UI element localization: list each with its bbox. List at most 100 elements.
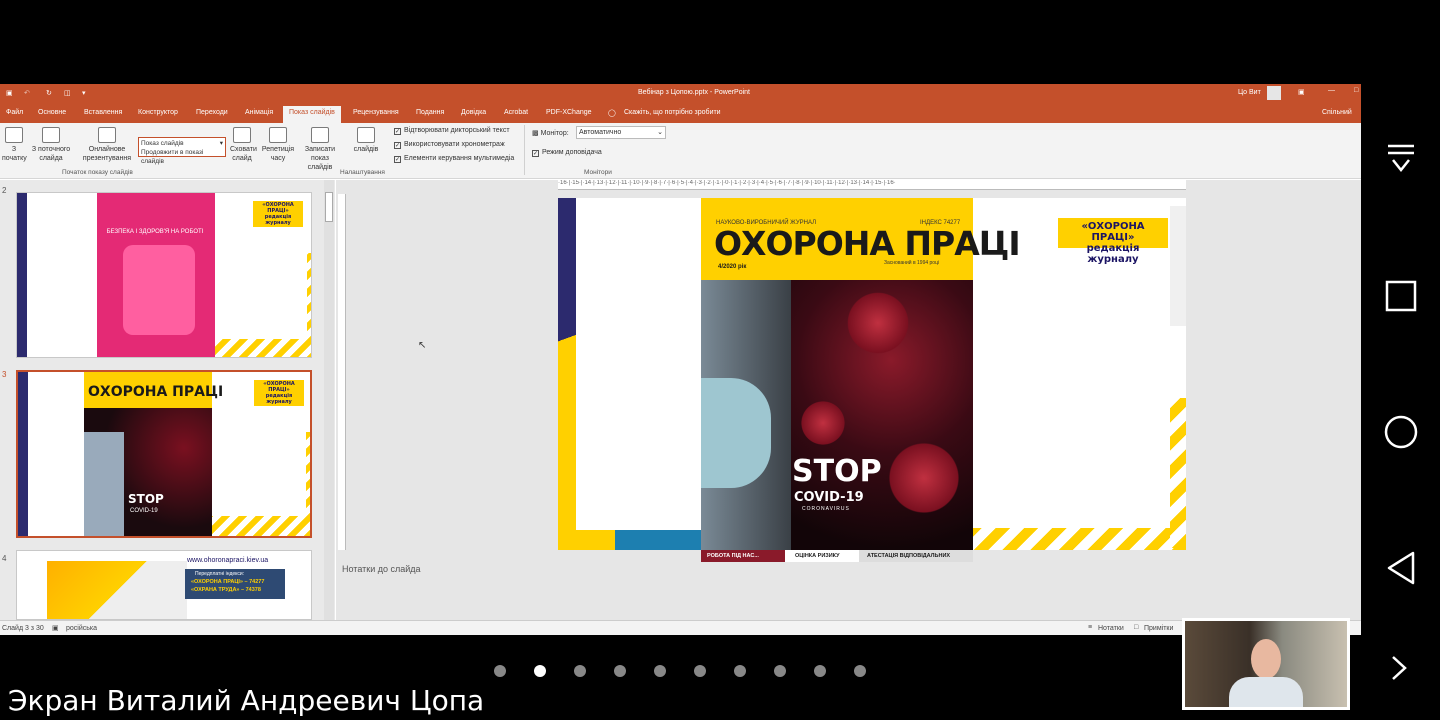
- slide-canvas[interactable]: НАУКОВО-ВИРОБНИЧИЙ ЖУРНАЛ ІНДЕКС 74277 О…: [558, 198, 1186, 550]
- cover-bottom-strip: РОБОТА ПІД НАС... ОЦІНКА РИЗИКУ АТЕСТАЦІ…: [701, 550, 973, 562]
- thumb-face: [84, 432, 124, 536]
- tab-design[interactable]: Конструктор: [138, 109, 178, 116]
- ribbon: З початку З поточного слайда Онлайнове п…: [0, 123, 1361, 179]
- home-icon[interactable]: [1383, 414, 1419, 450]
- tab-insert[interactable]: Вставлення: [84, 109, 122, 116]
- hazard-stripe: [215, 339, 311, 357]
- page-dot[interactable]: [814, 665, 826, 677]
- notes-button[interactable]: Нотатки: [1098, 625, 1124, 632]
- page-dot-active[interactable]: [534, 665, 546, 677]
- tab-review[interactable]: Рецензування: [353, 109, 399, 116]
- present-icon[interactable]: ◫: [64, 89, 71, 97]
- user-name[interactable]: Цо Вит: [1238, 89, 1261, 96]
- slide-thumbnail-3-selected[interactable]: ОХОРОНА ПРАЦІ STOP COVID-19 «ОХОРОНА ПРА…: [16, 370, 312, 538]
- language[interactable]: російська: [66, 625, 97, 632]
- cover-mask: [701, 378, 771, 488]
- slide-thumbnail-4[interactable]: www.ohoronapraci.kiev.ua Передплатні інд…: [16, 550, 312, 620]
- custom-slideshow-sub[interactable]: Продовжити в показі слайдів: [141, 149, 203, 165]
- tab-transitions[interactable]: Переходи: [196, 109, 228, 116]
- rehearse-button[interactable]: Репетиція часу: [258, 127, 298, 163]
- tab-file[interactable]: Файл: [6, 109, 23, 116]
- cover-stop: STOP: [792, 454, 882, 489]
- badge-line2: редакція журналу: [1086, 243, 1140, 265]
- tab-slideshow[interactable]: Показ слайдів: [283, 106, 341, 123]
- page-dot[interactable]: [574, 665, 586, 677]
- editorial-badge: «ОХОРОНА ПРАЦІ» редакція журналу: [1058, 218, 1168, 265]
- page-dot[interactable]: [854, 665, 866, 677]
- record-slideshow-label: слайдів: [353, 146, 379, 153]
- presenter-view-checkbox[interactable]: ✓ Режим доповідача: [532, 149, 602, 157]
- ribbon-display-icon[interactable]: ▣: [1298, 88, 1305, 96]
- back-icon[interactable]: [1385, 550, 1417, 586]
- title-bar: ▣ ↶ ↻ ◫ ▾ Вебінар з Цопою.pptx - PowerPo…: [0, 84, 1361, 104]
- cover-title: ОХОРОНА ПРАЦІ: [714, 224, 1021, 263]
- timings-checkbox[interactable]: ✓ Використовувати хронометраж: [394, 141, 505, 149]
- minimize-icon[interactable]: —: [1328, 87, 1335, 94]
- save-icon[interactable]: ▣: [6, 89, 13, 97]
- comments-button[interactable]: Примітки: [1144, 625, 1173, 632]
- virus-illustration: [843, 288, 913, 358]
- webcam-tile[interactable]: [1182, 618, 1350, 710]
- page-dot[interactable]: [654, 665, 666, 677]
- share-button[interactable]: Спільний: [1322, 109, 1352, 116]
- poster-illustration: [123, 245, 195, 335]
- tab-acrobat[interactable]: Acrobat: [504, 109, 528, 116]
- hide-slide-button[interactable]: Сховати слайд: [230, 127, 257, 163]
- scrollbar-thumb[interactable]: [325, 192, 333, 222]
- download-collapse-icon[interactable]: [1385, 142, 1417, 178]
- left-accent-bar: [558, 198, 576, 550]
- recents-icon[interactable]: [1385, 280, 1417, 312]
- narration-label: Відтворювати дикторський текст: [404, 127, 510, 134]
- thumb-line3: «ОХРАНА ТРУДА» – 74378: [191, 587, 261, 593]
- page-dot[interactable]: [494, 665, 506, 677]
- from-current-button[interactable]: З поточного слайда: [30, 127, 72, 163]
- page-dot[interactable]: [734, 665, 746, 677]
- page-dot[interactable]: [614, 665, 626, 677]
- thumb-scrollbar[interactable]: [324, 180, 334, 620]
- cover-covid: COVID-19: [794, 490, 864, 505]
- from-current-label: З поточного слайда: [31, 146, 71, 162]
- custom-slideshow-dropdown[interactable]: Показ слайдів ▾ Продовжити в показі слай…: [138, 137, 226, 165]
- spellcheck-icon[interactable]: ▣: [52, 624, 59, 632]
- record-slideshow-icon: [357, 127, 375, 143]
- hazard-stripe: [973, 528, 1186, 550]
- android-nav-bar: [1361, 0, 1440, 720]
- undo-icon[interactable]: ↶: [24, 89, 30, 97]
- monitor-icon: ▩: [532, 130, 539, 137]
- tab-pdfxchange[interactable]: PDF-XChange: [546, 109, 592, 116]
- slide-thumbnails-pane: 2 БЕЗПЕКА І ЗДОРОВ'Я НА РОБОТІ «ОХОРОНА …: [0, 180, 335, 620]
- slide-thumbnail-2[interactable]: БЕЗПЕКА І ЗДОРОВ'Я НА РОБОТІ «ОХОРОНА ПР…: [16, 192, 312, 358]
- record-button[interactable]: Записати показ слайдів: [300, 127, 340, 172]
- online-present-button[interactable]: Онлайнове презентування: [78, 127, 136, 163]
- tab-home[interactable]: Основне: [38, 109, 66, 116]
- thumb-line1: Передплатні індекси:: [195, 571, 245, 577]
- tab-animations[interactable]: Анімація: [245, 109, 273, 116]
- rehearse-label: Репетиція часу: [261, 146, 295, 162]
- media-controls-checkbox[interactable]: ✓ Елементи керування мультимедіа: [394, 155, 514, 163]
- maximize-icon[interactable]: □: [1354, 87, 1358, 94]
- hazard-stripe: [307, 253, 311, 357]
- group-divider: [524, 125, 525, 175]
- avatar[interactable]: [1267, 86, 1281, 100]
- from-beginning-button[interactable]: З початку: [2, 127, 27, 163]
- powerpoint-window: ▣ ↶ ↻ ◫ ▾ Вебінар з Цопою.pptx - PowerPo…: [0, 84, 1361, 635]
- chevron-right-icon[interactable]: [1389, 654, 1409, 682]
- monitor-select[interactable]: Автоматично ⌄: [576, 126, 666, 139]
- participant-face: [1251, 639, 1281, 679]
- thumb-number: 2: [2, 186, 7, 195]
- record-slideshow-button[interactable]: слайдів: [342, 127, 390, 154]
- tab-help[interactable]: Довідка: [461, 109, 486, 116]
- customize-qat-icon[interactable]: ▾: [82, 89, 86, 97]
- narration-checkbox[interactable]: ✓ Відтворювати дикторський текст: [394, 127, 510, 135]
- horizontal-ruler: ·16·|·15·|·14·|·13·|·12·|·11·|·10·|·9·|·…: [558, 180, 1186, 190]
- notes-placeholder[interactable]: Нотатки до слайда: [342, 564, 421, 574]
- thumb-workers-photo: [47, 561, 187, 619]
- group-label-start: Початок показу слайдів: [62, 169, 133, 176]
- tab-view[interactable]: Подання: [416, 109, 444, 116]
- thumb-stop: STOP: [128, 492, 164, 506]
- slideshow-current-icon: [42, 127, 60, 143]
- tell-me-search[interactable]: Скажіть, що потрібно зробити: [624, 109, 721, 116]
- redo-icon[interactable]: ↻: [46, 89, 52, 97]
- page-dot[interactable]: [694, 665, 706, 677]
- page-dot[interactable]: [774, 665, 786, 677]
